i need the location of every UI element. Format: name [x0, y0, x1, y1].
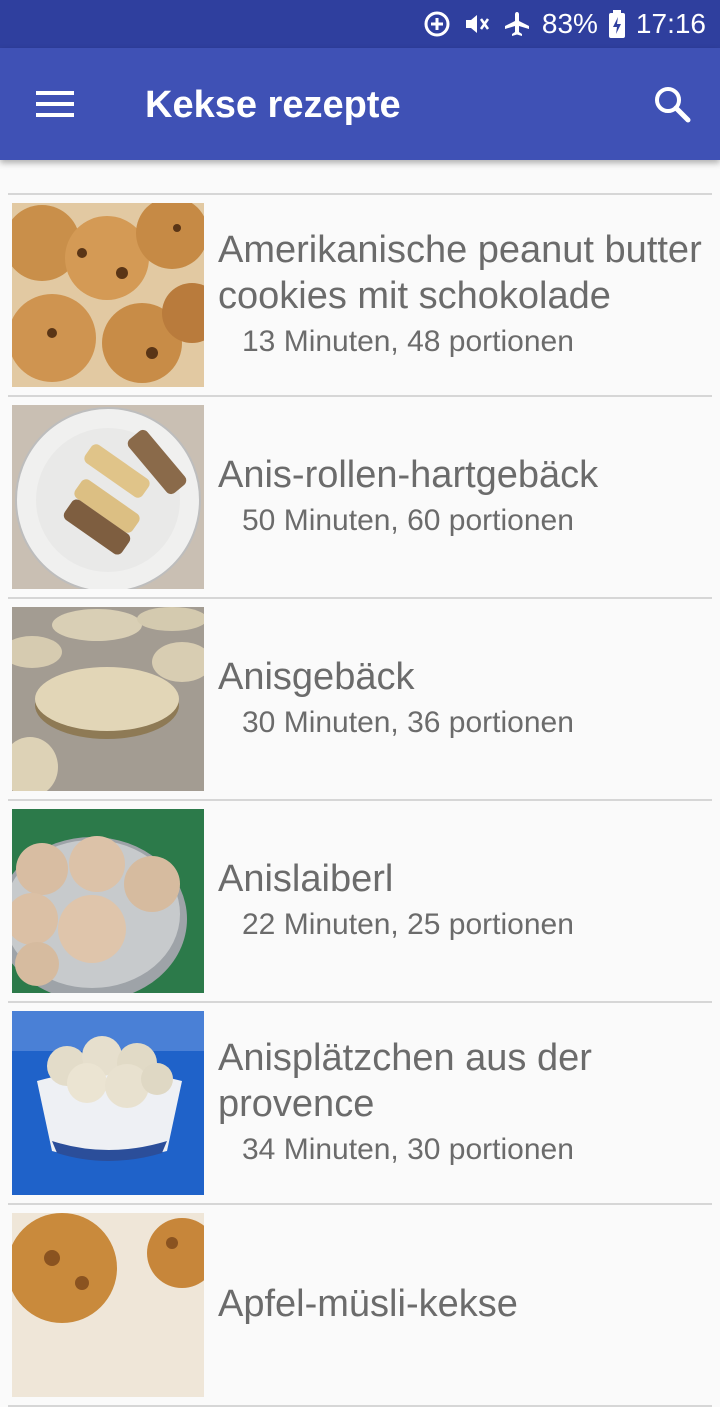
recipe-title: Amerikanische peanut butter cookies mit …	[218, 229, 702, 317]
recipe-title: Anislaiberl	[218, 858, 394, 900]
recipe-meta: 34 Minuten, 30 portionen	[242, 1133, 574, 1166]
recipe-thumbnail	[12, 1011, 204, 1195]
airplane-icon	[502, 9, 532, 39]
recipe-meta: 50 Minuten, 60 portionen	[242, 504, 574, 537]
recipe-thumbnail	[12, 809, 204, 993]
status-icons: 83% 17:16	[422, 6, 706, 42]
battery-charging-icon	[608, 9, 626, 39]
search-icon	[655, 87, 691, 123]
recipe-meta: 13 Minuten, 48 portionen	[242, 325, 574, 358]
app-title: Kekse rezepte	[145, 84, 401, 126]
recipe-meta: 30 Minuten, 36 portionen	[242, 706, 574, 739]
recipe-title: Anis-rollen-hartgebäck	[218, 454, 599, 496]
battery-text: 83%	[541, 8, 598, 39]
recipe-thumbnail	[12, 1213, 204, 1397]
recipe-item-5[interactable]: Anisplätzchen aus der provence 34 Minute…	[8, 1003, 712, 1205]
recipe-list: Amerikanische peanut butter cookies mit …	[8, 193, 712, 1407]
recipe-thumbnail	[12, 203, 204, 387]
search-button[interactable]	[644, 76, 700, 132]
recipe-title: Apfel-müsli-kekse	[218, 1283, 518, 1325]
recipe-item-4[interactable]: Anislaiberl 22 Minuten, 25 portionen	[8, 801, 712, 1003]
app-bar: Kekse rezepte	[0, 48, 720, 160]
vibrate-mute-icon	[462, 9, 492, 39]
recipe-thumbnail	[12, 405, 204, 589]
recipe-item-1[interactable]: Amerikanische peanut butter cookies mit …	[8, 195, 712, 397]
clock: 17:16	[635, 8, 706, 39]
data-saver-icon	[422, 9, 452, 39]
menu-button[interactable]	[24, 80, 88, 128]
recipe-item-3[interactable]: Anisgebäck 30 Minuten, 36 portionen	[8, 599, 712, 801]
recipe-title: Anisgebäck	[218, 656, 415, 698]
recipe-meta: 22 Minuten, 25 portionen	[242, 908, 574, 941]
recipe-thumbnail	[12, 607, 204, 791]
recipe-title: Anisplätzchen aus der provence	[218, 1037, 592, 1125]
status-bar: 83% 17:16	[0, 0, 720, 48]
hamburger-menu-icon	[36, 91, 74, 117]
recipe-item-6[interactable]: Apfel-müsli-kekse	[8, 1205, 712, 1407]
recipe-item-2[interactable]: Anis-rollen-hartgebäck 50 Minuten, 60 po…	[8, 397, 712, 599]
